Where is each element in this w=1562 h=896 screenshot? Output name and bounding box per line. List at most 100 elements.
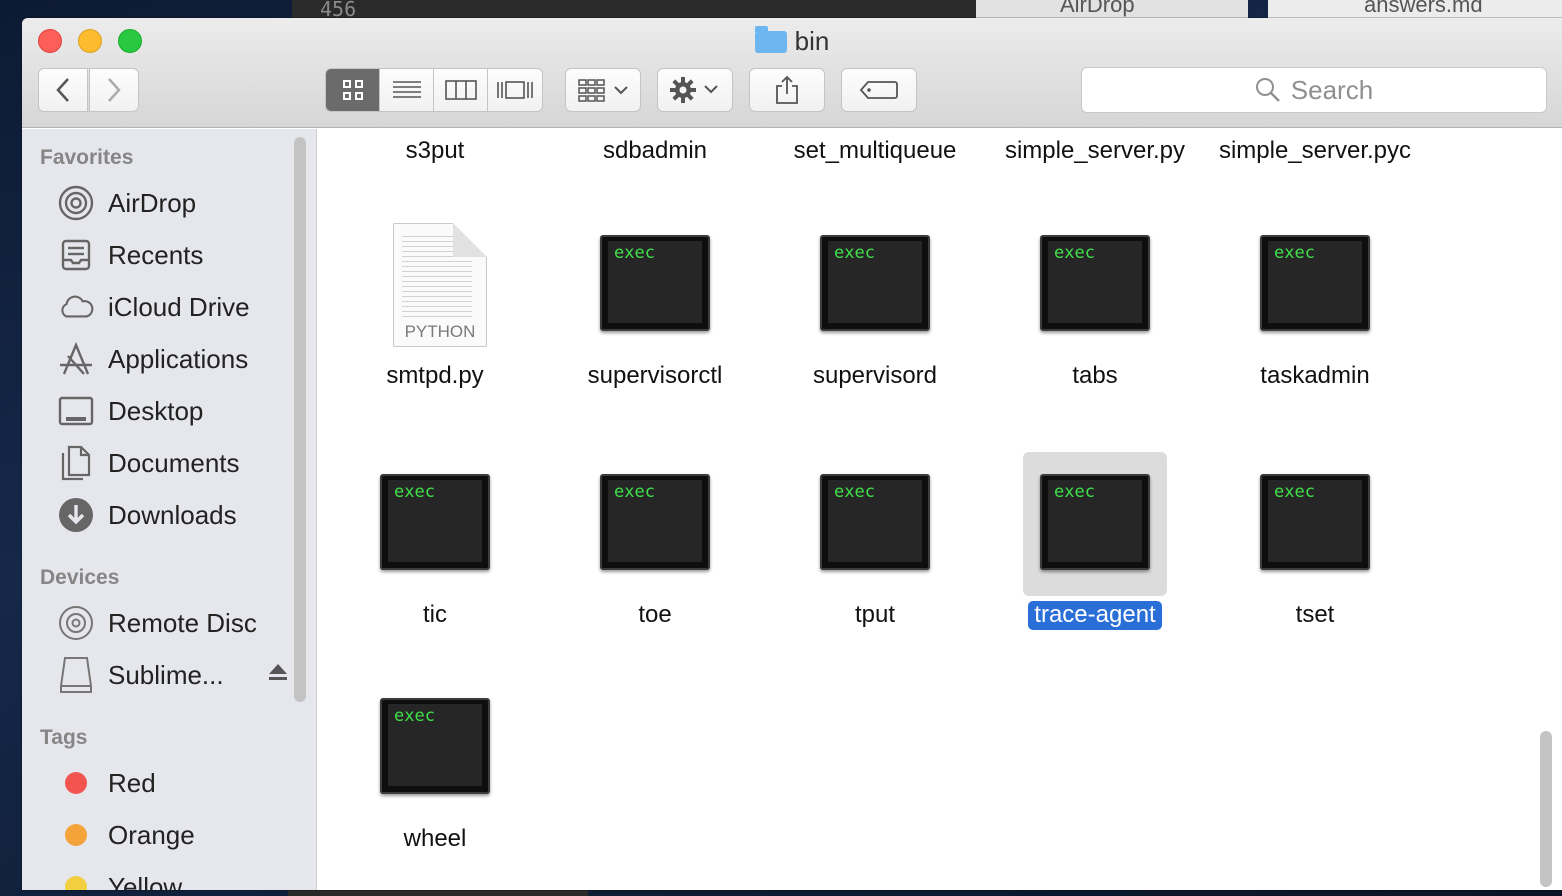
file-item[interactable]: exec wheel bbox=[325, 676, 545, 876]
devices-header: Devices bbox=[40, 566, 120, 589]
sidebar-item-airdrop[interactable]: AirDrop bbox=[58, 181, 288, 225]
file-label: taskadmin bbox=[1260, 362, 1370, 389]
file-item[interactable]: exec taskadmin bbox=[1205, 213, 1425, 413]
action-button[interactable] bbox=[657, 68, 733, 112]
file-item[interactable]: exec supervisord bbox=[765, 213, 985, 413]
file-item[interactable]: set_multiqueue bbox=[765, 129, 985, 169]
file-item[interactable]: simple_server.pyc bbox=[1205, 129, 1425, 169]
file-item-python[interactable]: PYTHON smtpd.py bbox=[325, 213, 545, 413]
airdrop-icon bbox=[58, 185, 94, 221]
exec-file-icon: exec bbox=[1260, 235, 1370, 331]
sidebar-item-tag-yellow[interactable]: Yellow bbox=[58, 865, 288, 890]
sidebar-item-documents[interactable]: Documents bbox=[58, 441, 288, 485]
file-item[interactable]: exec tput bbox=[765, 452, 985, 652]
file-grid: s3put sdbadmin set_multiqueue simple_ser… bbox=[318, 129, 1562, 890]
sidebar: Favorites AirDrop Recents iCloud Drive A… bbox=[22, 129, 317, 890]
sidebar-item-remote-disc[interactable]: Remote Disc bbox=[58, 601, 288, 645]
yellow-tag-dot bbox=[65, 876, 87, 890]
file-item[interactable]: simple_server.py bbox=[985, 129, 1205, 169]
file-icon-box: exec bbox=[803, 452, 947, 596]
sidebar-item-label: Orange bbox=[108, 819, 195, 850]
orange-tag-dot bbox=[65, 824, 87, 846]
search-field[interactable]: Search bbox=[1081, 67, 1547, 113]
file-label: set_multiqueue bbox=[793, 137, 957, 164]
file-icon-box: PYTHON bbox=[363, 213, 507, 357]
grid-icon bbox=[342, 80, 363, 100]
sidebar-item-recents[interactable]: Recents bbox=[58, 233, 288, 277]
tag-button[interactable] bbox=[841, 68, 917, 112]
file-label: simple_server.pyc bbox=[1218, 137, 1412, 164]
sidebar-item-tag-orange[interactable]: Orange bbox=[58, 813, 288, 857]
file-label: trace-agent bbox=[985, 598, 1205, 632]
background-airdrop-window: AirDrop bbox=[976, 0, 1248, 18]
search-icon bbox=[1255, 78, 1280, 102]
background-airdrop-title: AirDrop bbox=[1060, 0, 1135, 17]
column-view-button[interactable] bbox=[434, 69, 488, 111]
file-item[interactable]: exec tabs bbox=[985, 213, 1205, 413]
folder-icon bbox=[754, 26, 787, 53]
sidebar-item-label: iCloud Drive bbox=[108, 291, 250, 322]
sidebar-scrollbar[interactable] bbox=[294, 137, 306, 702]
file-icon-box: exec bbox=[1023, 452, 1167, 596]
forward-button[interactable] bbox=[89, 68, 139, 112]
file-label: toe bbox=[638, 601, 672, 628]
file-item[interactable]: exec tset bbox=[1205, 452, 1425, 652]
file-icon-box: exec bbox=[1023, 213, 1167, 357]
file-item-selected[interactable]: exec trace-agent bbox=[985, 452, 1205, 652]
file-label: simple_server.py bbox=[1004, 137, 1186, 164]
sidebar-item-applications[interactable]: Applications bbox=[58, 337, 288, 381]
exec-file-icon: exec bbox=[380, 698, 490, 794]
file-icon-box: exec bbox=[583, 213, 727, 357]
chevron-right-icon bbox=[108, 78, 121, 102]
sidebar-item-downloads[interactable]: Downloads bbox=[58, 493, 288, 537]
finder-window: bin Search Favorites AirDrop Recents iCl… bbox=[22, 18, 1562, 890]
cover-flow-view-button[interactable] bbox=[488, 69, 542, 111]
arrange-button[interactable] bbox=[565, 68, 641, 112]
sidebar-item-label: Red bbox=[108, 767, 156, 798]
back-button[interactable] bbox=[38, 68, 88, 112]
file-label: wheel bbox=[403, 825, 467, 852]
file-icon-box: exec bbox=[363, 452, 507, 596]
file-label: sdbadmin bbox=[602, 137, 708, 164]
file-item[interactable]: sdbadmin bbox=[545, 129, 765, 169]
view-mode-group bbox=[325, 68, 543, 112]
desktop-icon bbox=[58, 393, 94, 429]
sidebar-item-tag-red[interactable]: Red bbox=[58, 761, 288, 805]
arrange-icon bbox=[578, 79, 628, 102]
file-label: tset bbox=[1295, 601, 1335, 628]
titlebar: bin Search bbox=[22, 18, 1562, 128]
window-title-text: bin bbox=[794, 26, 830, 56]
sidebar-item-sublime[interactable]: Sublime... bbox=[58, 653, 288, 697]
file-label: smtpd.py bbox=[386, 362, 484, 389]
background-answers-title: answers.md bbox=[1364, 0, 1483, 17]
file-item[interactable]: exec supervisorctl bbox=[545, 213, 765, 413]
file-item[interactable]: s3put bbox=[325, 129, 545, 169]
sidebar-item-label: Downloads bbox=[108, 499, 237, 530]
documents-icon bbox=[58, 445, 94, 481]
share-button[interactable] bbox=[749, 68, 825, 112]
sidebar-item-icloud-drive[interactable]: iCloud Drive bbox=[58, 285, 288, 329]
eject-icon[interactable] bbox=[268, 663, 288, 687]
file-item[interactable]: exec toe bbox=[545, 452, 765, 652]
content-scrollbar[interactable] bbox=[1540, 731, 1552, 887]
exec-file-icon: exec bbox=[600, 474, 710, 570]
recents-icon bbox=[58, 237, 94, 273]
sidebar-item-label: Yellow bbox=[108, 871, 183, 891]
cover-flow-icon bbox=[497, 81, 533, 99]
background-answers-window: answers.md bbox=[1268, 0, 1562, 18]
python-file-icon: PYTHON bbox=[393, 223, 487, 347]
list-icon bbox=[392, 81, 421, 98]
downloads-icon bbox=[58, 497, 94, 533]
exec-file-icon: exec bbox=[1040, 474, 1150, 570]
file-item[interactable]: exec tic bbox=[325, 452, 545, 652]
exec-file-icon: exec bbox=[820, 235, 930, 331]
file-icon-box: exec bbox=[803, 213, 947, 357]
file-label: supervisord bbox=[812, 362, 938, 389]
sidebar-item-desktop[interactable]: Desktop bbox=[58, 389, 288, 433]
file-label: tic bbox=[423, 601, 447, 628]
file-icon-box: exec bbox=[1243, 213, 1387, 357]
icon-view-button[interactable] bbox=[326, 69, 380, 111]
exec-file-icon: exec bbox=[1040, 235, 1150, 331]
file-label: tput bbox=[854, 601, 896, 628]
list-view-button[interactable] bbox=[380, 69, 434, 111]
